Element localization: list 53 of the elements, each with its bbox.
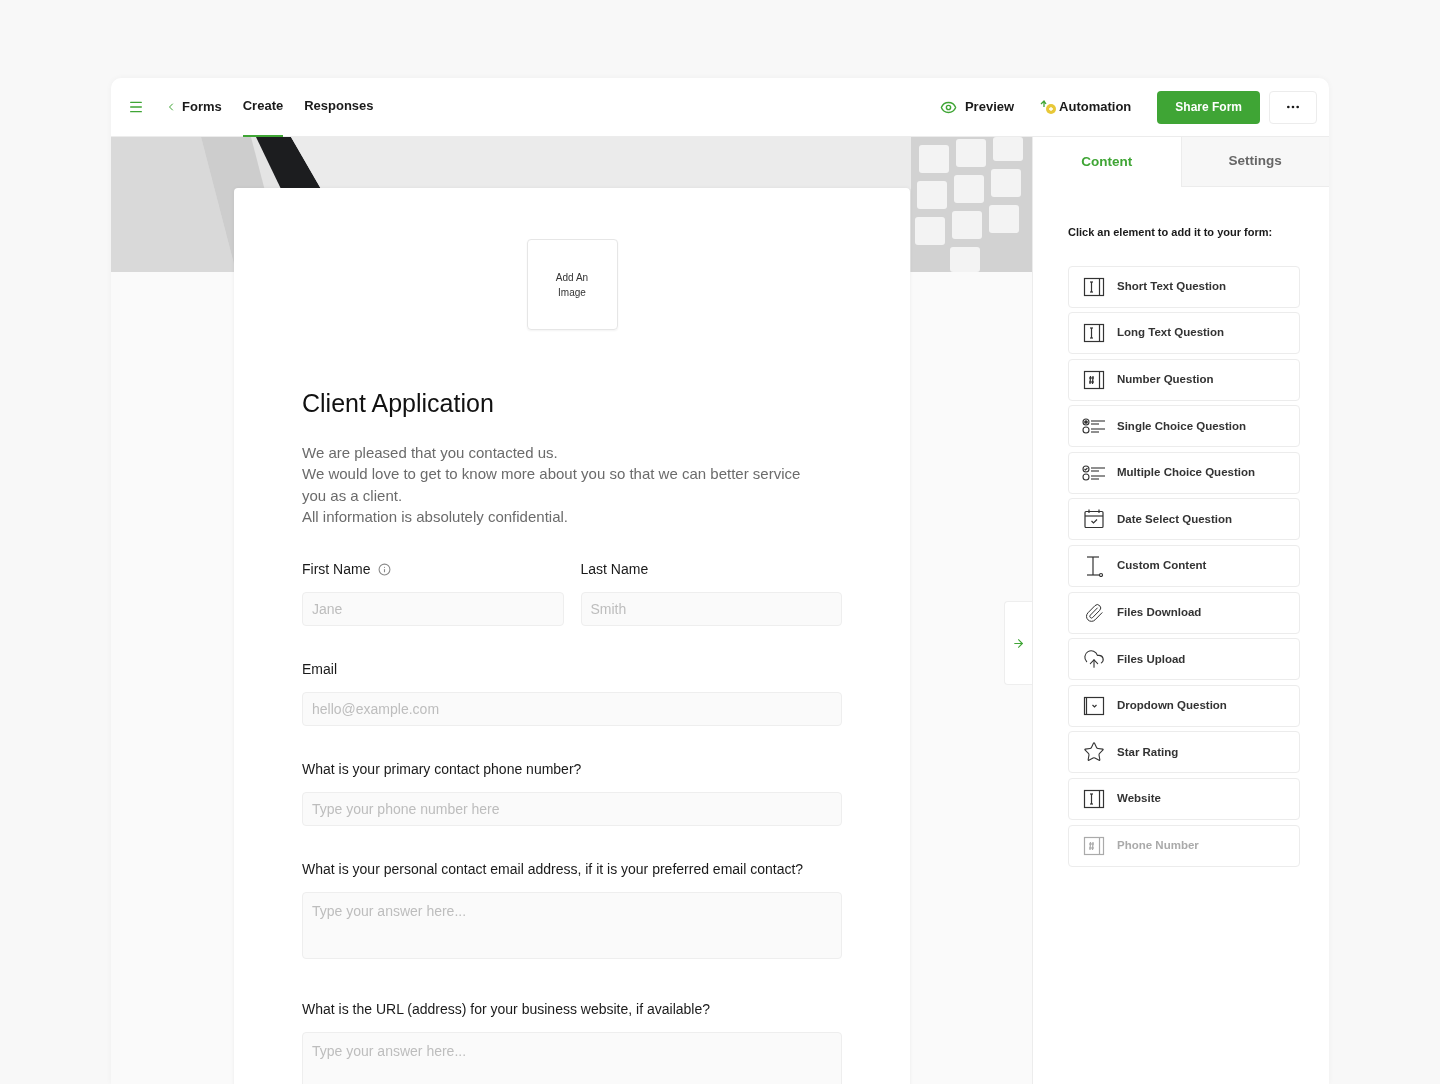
text-field-icon <box>1083 275 1105 298</box>
panel-tab[interactable]: Settings <box>1180 137 1329 187</box>
text-field-icon <box>1083 322 1105 345</box>
calendar-icon <box>1083 508 1105 531</box>
input-field[interactable]: Smith <box>580 591 842 626</box>
input-field[interactable]: hello@example.com <box>302 691 842 726</box>
element-item[interactable]: Star Rating <box>1068 731 1300 774</box>
input-field[interactable]: Type your phone number here <box>302 791 842 826</box>
preview-button[interactable]: Preview <box>939 97 1015 117</box>
element-item[interactable]: Multiple Choice Question <box>1068 451 1300 494</box>
element-item[interactable]: Long Text Question <box>1068 312 1300 355</box>
add-image-button[interactable]: Add An Image <box>526 239 618 330</box>
radio-list-icon <box>1082 417 1106 436</box>
checkbox-list-icon <box>1082 463 1106 482</box>
automation-button[interactable]: Automation <box>1040 97 1132 117</box>
expand-tab[interactable] <box>1004 601 1032 685</box>
hash-icon <box>1083 834 1105 857</box>
arrow-right-icon <box>1012 636 1025 650</box>
more-button[interactable] <box>1269 90 1317 124</box>
field-label: First Name <box>302 559 371 579</box>
automation-icon <box>1040 99 1058 115</box>
element-item[interactable]: Dropdown Question <box>1068 684 1300 727</box>
element-item[interactable]: Number Question <box>1068 358 1300 401</box>
element-item[interactable]: Website <box>1068 778 1300 821</box>
dropdown-icon <box>1083 694 1105 717</box>
nav-tab[interactable]: Responses <box>304 77 374 137</box>
field-label: What is your personal contact email address, if it is your preferred email contact? <box>302 859 804 879</box>
info-icon <box>378 562 392 576</box>
menu-icon[interactable] <box>128 99 144 115</box>
element-item[interactable]: Files Upload <box>1068 638 1300 681</box>
field-label: What is the URL (address) for your business website, if available? <box>302 999 710 1019</box>
element-item[interactable]: Short Text Question <box>1068 265 1300 308</box>
answer-field[interactable]: Type your answer here... <box>302 1031 842 1084</box>
description-text: We would love to get to know more about you so that we can better service you as a client. <box>302 464 802 506</box>
form-title: Client Application <box>302 388 495 419</box>
answer-field[interactable]: Type your answer here... <box>302 891 842 959</box>
element-item[interactable]: Single Choice Question <box>1068 405 1300 448</box>
field-label: Last Name <box>580 559 649 579</box>
element-item[interactable]: Custom Content <box>1068 545 1300 588</box>
element-item[interactable]: Date Select Question <box>1068 498 1300 541</box>
star-icon <box>1083 741 1105 764</box>
back-link[interactable]: Forms <box>165 97 222 117</box>
panel-hint: Click an element to add it to your form: <box>1068 225 1274 240</box>
text-field-icon <box>1083 788 1105 811</box>
cloud-upload-icon <box>1083 648 1105 671</box>
field-label: Email <box>302 659 337 679</box>
element-item[interactable]: Files Download <box>1068 591 1300 634</box>
description-text: We are pleased that you contacted us. <box>302 442 559 463</box>
input-field[interactable]: Jane <box>302 591 564 626</box>
hash-icon <box>1083 368 1105 391</box>
field-label: What is your primary contact phone number? <box>302 759 582 779</box>
paperclip-icon <box>1084 602 1104 623</box>
description-text: All information is absolutely confidential. <box>302 507 569 527</box>
